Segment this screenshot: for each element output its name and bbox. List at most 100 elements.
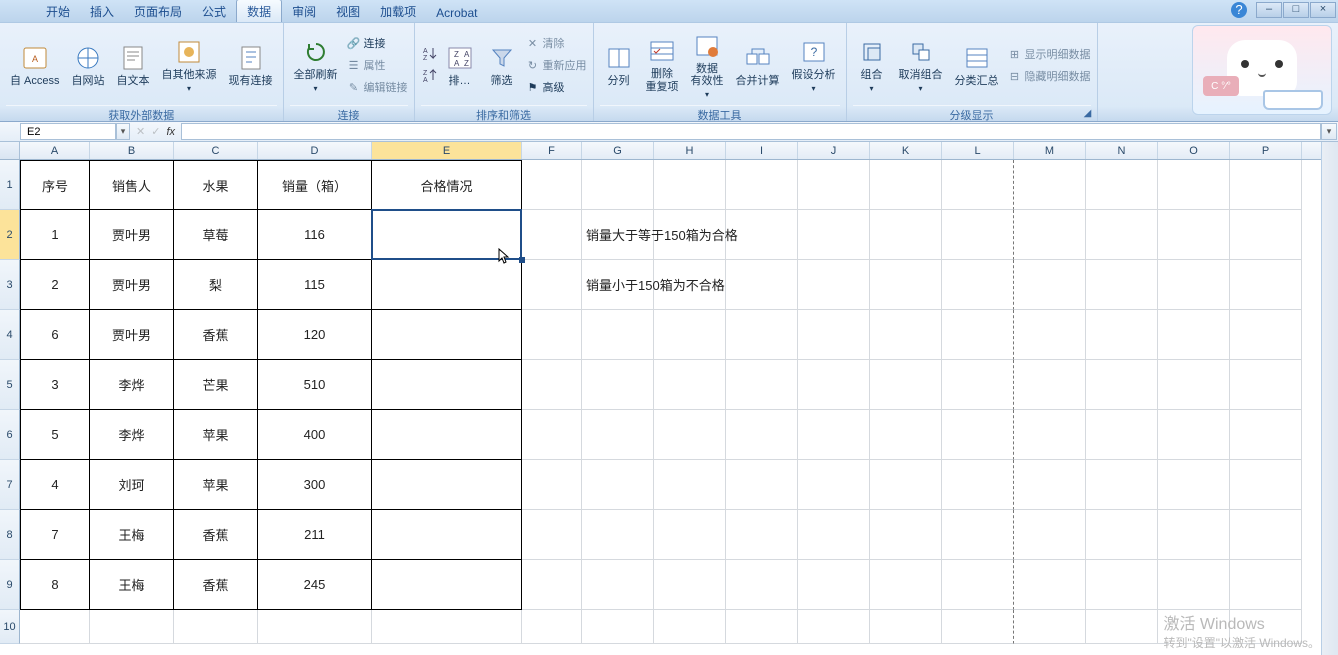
cell[interactable] <box>870 410 942 460</box>
close-button[interactable]: × <box>1310 2 1336 18</box>
cell[interactable] <box>798 510 870 560</box>
connections-button[interactable]: 🔗连接 <box>346 33 408 53</box>
cell[interactable] <box>1230 610 1302 644</box>
formula-input[interactable] <box>181 123 1321 140</box>
from-text-button[interactable]: 自文本 <box>113 41 154 90</box>
cell[interactable] <box>870 360 942 410</box>
column-header[interactable]: F <box>522 142 582 159</box>
cell[interactable] <box>582 460 654 510</box>
column-header[interactable]: O <box>1158 142 1230 159</box>
cell[interactable] <box>726 360 798 410</box>
cell[interactable] <box>372 510 522 560</box>
sort-button[interactable]: ZAAZ 排… <box>441 41 479 90</box>
cell[interactable] <box>870 260 942 310</box>
cell[interactable]: 211 <box>258 510 372 560</box>
vertical-scrollbar[interactable] <box>1321 142 1338 655</box>
cell[interactable] <box>798 410 870 460</box>
cell[interactable] <box>1086 410 1158 460</box>
cell[interactable] <box>798 210 870 260</box>
cell[interactable] <box>522 260 582 310</box>
whatif-button[interactable]: ? 假设分析 ▾ <box>788 35 840 95</box>
cell[interactable] <box>798 460 870 510</box>
cell[interactable] <box>1014 160 1086 210</box>
cell[interactable]: 销售人 <box>90 160 174 210</box>
cell[interactable] <box>870 160 942 210</box>
column-header[interactable]: K <box>870 142 942 159</box>
cell[interactable]: 116 <box>258 210 372 260</box>
cell[interactable]: 510 <box>258 360 372 410</box>
remove-dup-button[interactable]: 删除 重复项 <box>642 34 683 95</box>
cell[interactable] <box>726 160 798 210</box>
cell[interactable] <box>726 460 798 510</box>
cell[interactable] <box>726 260 798 310</box>
consolidate-button[interactable]: 合并计算 <box>732 41 784 90</box>
ribbon-tab[interactable]: 插入 <box>80 0 124 22</box>
cell[interactable]: 2 <box>20 260 90 310</box>
column-header[interactable]: D <box>258 142 372 159</box>
cell[interactable]: 销量（箱） <box>258 160 372 210</box>
cell[interactable] <box>798 260 870 310</box>
column-header[interactable]: H <box>654 142 726 159</box>
cell[interactable]: 序号 <box>20 160 90 210</box>
select-all-button[interactable] <box>0 142 20 159</box>
name-box[interactable]: E2 <box>20 123 116 140</box>
cell[interactable] <box>870 310 942 360</box>
column-header[interactable]: I <box>726 142 798 159</box>
cell[interactable]: 7 <box>20 510 90 560</box>
row-header[interactable]: 4 <box>0 310 20 360</box>
cell[interactable] <box>372 260 522 310</box>
cell[interactable] <box>582 510 654 560</box>
cell[interactable] <box>582 310 654 360</box>
cell[interactable] <box>372 610 522 644</box>
cell[interactable] <box>372 560 522 610</box>
cell[interactable]: 400 <box>258 410 372 460</box>
cell[interactable]: 120 <box>258 310 372 360</box>
cancel-formula-icon[interactable]: ✕ <box>136 125 145 138</box>
from-web-button[interactable]: 自网站 <box>68 41 109 90</box>
cell[interactable]: 李烨 <box>90 360 174 410</box>
column-header[interactable]: E <box>372 142 522 159</box>
row-header[interactable]: 5 <box>0 360 20 410</box>
cell[interactable]: 3 <box>20 360 90 410</box>
help-icon[interactable]: ? <box>1231 2 1247 18</box>
cell[interactable] <box>654 460 726 510</box>
edit-links-button[interactable]: ✎编辑链接 <box>346 77 408 97</box>
cell[interactable] <box>1230 510 1302 560</box>
cell[interactable]: 销量小于150箱为不合格 <box>582 260 654 310</box>
cell[interactable]: 王梅 <box>90 510 174 560</box>
cell[interactable] <box>90 610 174 644</box>
cell[interactable] <box>582 560 654 610</box>
clear-filter-button[interactable]: ✕清除 <box>525 33 587 53</box>
cell[interactable]: 香蕉 <box>174 510 258 560</box>
from-other-button[interactable]: 自其他来源 ▾ <box>158 35 221 95</box>
cell[interactable] <box>522 460 582 510</box>
cell[interactable] <box>582 360 654 410</box>
column-header[interactable]: B <box>90 142 174 159</box>
cell[interactable]: 李烨 <box>90 410 174 460</box>
ribbon-tab[interactable]: 开始 <box>36 0 80 22</box>
cell[interactable]: 草莓 <box>174 210 258 260</box>
row-header[interactable]: 1 <box>0 160 20 210</box>
cell[interactable] <box>522 610 582 644</box>
cell[interactable]: 梨 <box>174 260 258 310</box>
cell[interactable] <box>20 610 90 644</box>
cell[interactable] <box>1230 260 1302 310</box>
cell[interactable]: 芒果 <box>174 360 258 410</box>
cell[interactable] <box>258 610 372 644</box>
name-box-dropdown[interactable]: ▾ <box>116 123 130 140</box>
cell[interactable] <box>870 460 942 510</box>
cell[interactable] <box>726 560 798 610</box>
cell[interactable]: 4 <box>20 460 90 510</box>
cell[interactable]: 王梅 <box>90 560 174 610</box>
cell[interactable] <box>942 160 1014 210</box>
row-header[interactable]: 7 <box>0 460 20 510</box>
cell[interactable] <box>870 210 942 260</box>
ribbon-tab[interactable]: 视图 <box>326 0 370 22</box>
cell[interactable] <box>372 310 522 360</box>
cell[interactable]: 300 <box>258 460 372 510</box>
cell[interactable] <box>1086 310 1158 360</box>
existing-conn-button[interactable]: 现有连接 <box>225 41 277 90</box>
cell[interactable] <box>1158 460 1230 510</box>
cell[interactable] <box>582 410 654 460</box>
cell[interactable] <box>726 310 798 360</box>
